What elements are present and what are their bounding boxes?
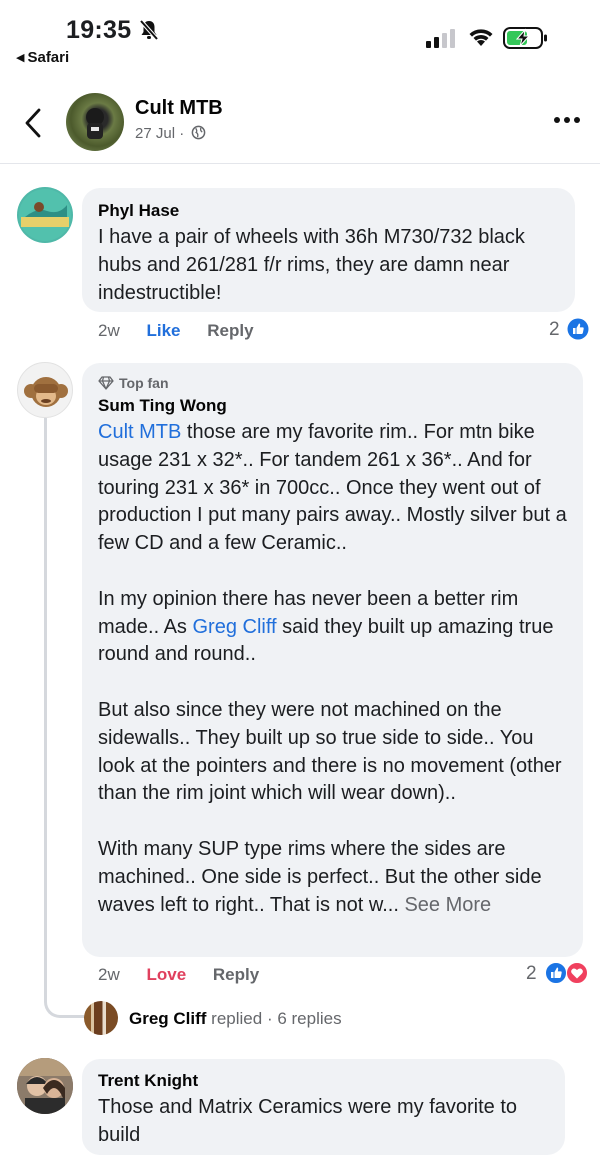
- page-avatar-image: [86, 108, 104, 139]
- avatar-trent-knight[interactable]: [17, 1058, 73, 1114]
- status-bar: 19:35 ◀ Safari: [0, 0, 600, 80]
- globe-icon: [192, 125, 206, 140]
- battery-charging-icon: [503, 27, 547, 49]
- comment-bubble[interactable]: Top fan Sum Ting Wong Cult MTB those are…: [82, 363, 583, 957]
- comment-paragraph-2: In my opinion there has never been a bet…: [98, 586, 567, 669]
- signal-icon: [426, 29, 455, 48]
- see-more-link[interactable]: See More: [404, 894, 491, 916]
- post-meta: 27 Jul ·: [135, 125, 206, 142]
- replied-verb: replied: [206, 1009, 263, 1028]
- replies-summary-text[interactable]: Greg Cliff replied · 6 replies: [129, 1009, 342, 1029]
- comment-paragraph-3: But also since they were not machined on…: [98, 698, 562, 805]
- post-header: Cult MTB 27 Jul ·: [0, 86, 600, 164]
- replies-count: · 6 replies: [262, 1009, 342, 1028]
- top-fan-label: Top fan: [119, 375, 169, 391]
- status-time: 19:35: [66, 16, 132, 44]
- mention-greg-cliff[interactable]: Greg Cliff: [193, 616, 277, 638]
- comment-paragraph-1: Cult MTB those are my favorite rim.. For…: [98, 419, 567, 558]
- love-icon: [566, 962, 588, 984]
- top-fan-badge: Top fan: [98, 374, 567, 392]
- wifi-icon: [469, 29, 493, 46]
- comment-text: I have a pair of wheels with 36h M730/73…: [98, 226, 525, 304]
- monkey-emoji-icon: [24, 377, 68, 407]
- reaction-count[interactable]: 2: [526, 963, 537, 985]
- page-title[interactable]: Cult MTB: [135, 97, 223, 120]
- like-icon: [545, 962, 567, 984]
- comment-actions: 2w Like Reply: [98, 321, 276, 341]
- meta-separator: ·: [179, 125, 185, 142]
- back-triangle-icon: ◀: [16, 52, 25, 64]
- love-button[interactable]: Love: [146, 965, 186, 984]
- replier-avatar: [84, 1001, 118, 1035]
- avatar-image: [17, 1058, 73, 1114]
- commenter-name[interactable]: Sum Ting Wong: [98, 395, 567, 417]
- reaction-count[interactable]: 2: [549, 319, 560, 341]
- bell-slash-icon: [139, 19, 159, 41]
- avatar-image: [19, 189, 71, 241]
- back-to-safari[interactable]: ◀ Safari: [16, 49, 69, 66]
- comment-bubble[interactable]: Phyl Hase I have a pair of wheels with 3…: [82, 188, 575, 312]
- like-icon: [567, 318, 589, 340]
- avatar-sum-ting-wong[interactable]: [17, 362, 73, 418]
- more-dots-icon[interactable]: [553, 116, 581, 124]
- comment-time[interactable]: 2w: [98, 321, 120, 340]
- replier-name: Greg Cliff: [129, 1009, 207, 1028]
- post-date: 27 Jul: [135, 125, 176, 142]
- reply-button[interactable]: Reply: [207, 321, 253, 340]
- commenter-name[interactable]: Phyl Hase: [98, 200, 559, 222]
- comment-time[interactable]: 2w: [98, 965, 120, 984]
- back-app-label: Safari: [27, 49, 70, 66]
- comment-text: Those and Matrix Ceramics were my favori…: [98, 1096, 518, 1146]
- comment-actions: 2w Love Reply: [98, 965, 281, 985]
- avatar-phyl-hase[interactable]: [17, 187, 73, 243]
- comment-paragraph-4: With many SUP type rims where the sides …: [98, 836, 567, 919]
- page-avatar[interactable]: [66, 93, 124, 151]
- mention-cult-mtb[interactable]: Cult MTB: [98, 421, 181, 443]
- like-button[interactable]: Like: [146, 321, 180, 340]
- back-chevron-icon[interactable]: [22, 106, 44, 140]
- diamond-icon: [98, 376, 114, 390]
- commenter-name[interactable]: Trent Knight: [98, 1070, 549, 1092]
- reply-button[interactable]: Reply: [213, 965, 259, 984]
- comment-bubble[interactable]: Trent Knight Those and Matrix Ceramics w…: [82, 1059, 565, 1155]
